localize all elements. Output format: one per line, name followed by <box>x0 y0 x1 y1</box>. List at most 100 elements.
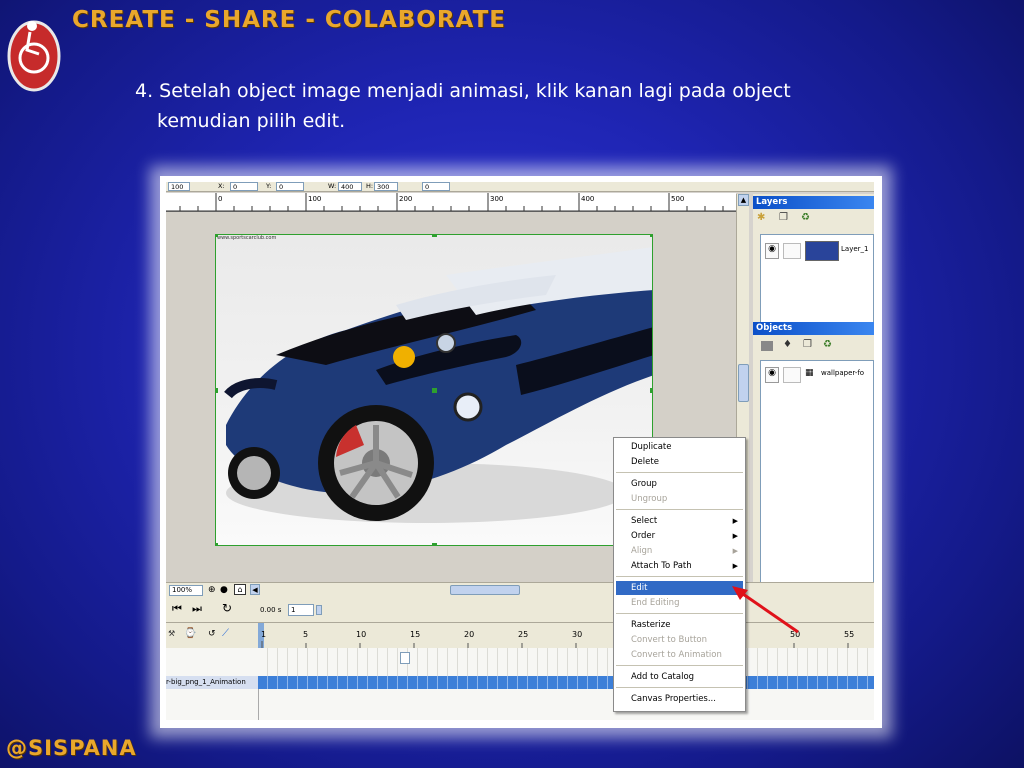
horizontal-ruler: 0 100 200 300 400 500 <box>166 193 736 212</box>
keyframe-marker[interactable] <box>400 652 410 664</box>
menu-item-rasterize[interactable]: Rasterize <box>616 618 743 632</box>
last-frame-icon[interactable]: ⏭ <box>192 602 202 616</box>
submenu-arrow-icon: ▶ <box>732 547 738 555</box>
frame-number: 30 <box>572 630 583 639</box>
menu-item-select-label: Select <box>631 516 658 526</box>
w-field[interactable]: 400 <box>338 182 362 191</box>
menu-item-order[interactable]: Order ▶ <box>616 529 743 543</box>
horizontal-scroll-thumb[interactable] <box>450 585 520 595</box>
image-caption: www.sportscarclub.com <box>217 235 277 241</box>
animation-track-frames[interactable] <box>258 676 874 689</box>
time-slider[interactable] <box>316 605 322 615</box>
ruler-tick-label: 200 <box>399 195 413 203</box>
app-screenshot: 100 X: 0 Y: 0 W: 400 H: 300 0 0 100 200 … <box>166 182 874 720</box>
zoom-level-field[interactable]: 100% <box>169 585 203 596</box>
layer-name: Layer_1 <box>841 245 869 253</box>
y-field[interactable]: 0 <box>276 182 304 191</box>
logo-icon <box>5 4 63 96</box>
ruler-tick-label: 0 <box>218 195 223 203</box>
scroll-thumb[interactable] <box>738 364 749 402</box>
lock-icon[interactable] <box>783 243 801 259</box>
visibility-icon[interactable]: ◉ <box>765 243 779 259</box>
ruler-tick-label: 100 <box>308 195 322 203</box>
submenu-arrow-icon: ▶ <box>732 562 738 570</box>
scroll-up-icon[interactable]: ▲ <box>738 194 749 206</box>
x-field[interactable]: 0 <box>230 182 258 191</box>
menu-item-canvas-properties[interactable]: Canvas Properties... <box>616 692 743 706</box>
menu-item-convert-to-button: Convert to Button <box>631 635 708 645</box>
menu-item-align: Align ▶ <box>616 544 743 558</box>
layers-toolbar: ✱ ❐ ♻ <box>757 212 817 226</box>
menu-item-add-to-catalog[interactable]: Add to Catalog <box>616 670 743 684</box>
ruler-tick-label: 500 <box>671 195 685 203</box>
delete-layer-icon[interactable]: ♻ <box>801 212 810 223</box>
rotate-icon[interactable]: ↺ <box>208 629 216 639</box>
angle-field[interactable]: 0 <box>422 182 450 191</box>
first-frame-icon[interactable]: ⏮ <box>172 602 182 616</box>
menu-item-order-label: Order <box>631 531 656 541</box>
clock-icon[interactable]: ⌚ <box>184 628 196 639</box>
timeline-tracks: r-big_png_1_Animation <box>166 648 874 720</box>
layers-panel-title: Layers <box>753 196 874 209</box>
selected-image-object[interactable]: www.sportscarclub.com <box>215 234 653 546</box>
instruction-line-1: 4. Setelah object image menjadi animasi,… <box>135 80 791 102</box>
menu-item-end-editing: End Editing <box>631 598 680 608</box>
duplicate-object-icon[interactable]: ❐ <box>803 339 812 350</box>
menu-item-duplicate[interactable]: Duplicate <box>616 440 743 454</box>
frame-field[interactable]: 1 <box>288 604 314 616</box>
objects-panel-title: Objects <box>753 322 874 335</box>
pointer-arrow-icon <box>732 586 799 634</box>
menu-item-group[interactable]: Group <box>616 477 743 491</box>
x-label: X: <box>218 182 225 190</box>
object-group-icon[interactable]: ♦ <box>783 339 792 350</box>
duplicate-layer-icon[interactable]: ❐ <box>779 212 788 223</box>
ease-curve-icon[interactable]: ⟋ <box>222 628 229 639</box>
object-square-icon[interactable] <box>761 341 773 351</box>
properties-toolbar: 100 X: 0 Y: 0 W: 400 H: 300 0 <box>166 182 874 192</box>
frame-number: 15 <box>410 630 421 639</box>
menu-item-edit[interactable]: Edit <box>616 581 743 595</box>
frame-number: 1 <box>261 630 267 639</box>
delete-object-icon[interactable]: ♻ <box>823 339 832 350</box>
new-layer-icon[interactable]: ✱ <box>757 212 765 223</box>
scroll-left-icon[interactable]: ◀ <box>250 584 260 595</box>
frame-number: 55 <box>844 630 855 639</box>
frame-number: 10 <box>356 630 367 639</box>
instruction-line-2: kemudian pilih edit. <box>157 110 346 132</box>
loop-icon[interactable]: ↻ <box>222 601 232 615</box>
h-field[interactable]: 300 <box>374 182 398 191</box>
frame-number: 5 <box>303 630 309 639</box>
layer-row[interactable]: ◉ Layer_1 <box>761 241 873 261</box>
object-row[interactable]: ◉ ▦ wallpaper-fo <box>761 365 873 385</box>
menu-item-select[interactable]: Select ▶ <box>616 514 743 528</box>
frame-number: 20 <box>464 630 475 639</box>
zoom-field[interactable]: 100 <box>168 182 190 191</box>
visibility-icon[interactable]: ◉ <box>765 367 779 383</box>
menu-item-convert-to-animation: Convert to Animation <box>631 650 722 660</box>
tool-icon[interactable]: ⚒ <box>168 629 175 638</box>
home-icon[interactable]: ⌂ <box>234 584 246 595</box>
record-icon[interactable]: ● <box>220 585 228 595</box>
w-label: W: <box>328 182 337 190</box>
empty-frames[interactable] <box>258 648 874 676</box>
onion-skin-icon[interactable]: ⊕ <box>208 585 216 595</box>
frame-number: 25 <box>518 630 529 639</box>
layers-list: ◉ Layer_1 <box>760 234 874 324</box>
y-label: Y: <box>266 182 272 190</box>
object-name: wallpaper-fo <box>821 369 865 377</box>
film-icon: ▦ <box>805 368 814 378</box>
objects-toolbar: ♦ ❐ ♻ <box>761 339 841 353</box>
ruler-tick-label: 400 <box>581 195 595 203</box>
menu-item-attach-to-path[interactable]: Attach To Path ▶ <box>616 559 743 573</box>
menu-item-attach-label: Attach To Path <box>631 561 692 571</box>
lock-icon[interactable] <box>783 367 801 383</box>
track-label[interactable]: r-big_png_1_Animation <box>166 676 258 689</box>
ruler-tick-label: 300 <box>490 195 504 203</box>
objects-panel: Objects ♦ ❐ ♻ ◉ ▦ wallpaper-fo <box>753 322 874 590</box>
menu-item-delete[interactable]: Delete <box>616 455 743 469</box>
h-label: H: <box>366 182 374 190</box>
slide-header: CREATE - SHARE - COLABORATE <box>72 7 506 33</box>
instruction-text: 4. Setelah object image menjadi animasi,… <box>135 76 895 136</box>
context-menu: Duplicate Delete Group Ungroup Select ▶ O… <box>613 437 746 712</box>
time-readout: 0.00 s <box>260 606 282 614</box>
